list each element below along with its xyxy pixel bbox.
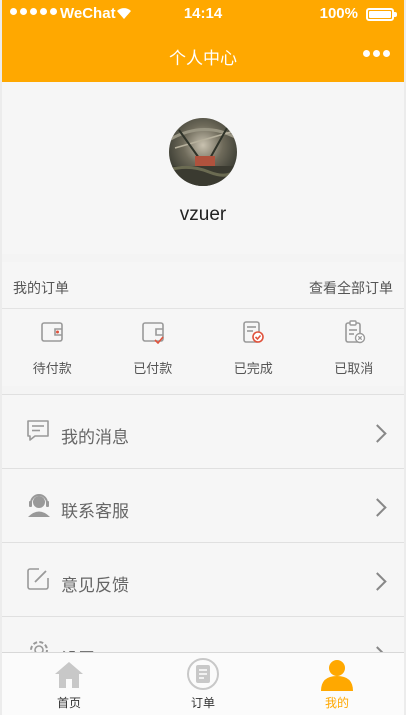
orders-title: 我的订单 (13, 280, 69, 296)
page-title: 个人中心 (169, 49, 237, 68)
tab-label: 我的 (324, 696, 349, 710)
tab-label: 订单 (190, 696, 215, 710)
tab-me[interactable]: 我的 (270, 653, 404, 715)
tab-bar: 首页 订单 我的 (2, 652, 404, 715)
avatar[interactable] (169, 118, 237, 186)
customer-service-icon (28, 494, 50, 517)
order-list-icon (187, 658, 219, 690)
wallet-paid-icon (141, 322, 164, 344)
username: vzuer (179, 204, 227, 225)
orders-section: 我的订单 查看全部订单 待付款 已付款 已完成 已取消 (2, 262, 404, 386)
order-completed-icon (243, 321, 265, 343)
order-cancelled-icon (344, 320, 365, 344)
order-status-label: 已付款 (133, 361, 173, 376)
tab-orders[interactable]: 订单 (136, 653, 270, 715)
feedback-edit-icon (27, 568, 49, 590)
menu-item-label: 意见反馈 (61, 576, 129, 595)
menu-item-customer-service[interactable]: 联系客服 (2, 468, 404, 542)
chevron-right-icon (368, 572, 387, 591)
menu-item-label: 联系客服 (61, 502, 129, 521)
profile-section: vzuer (2, 82, 404, 254)
chevron-right-icon (368, 498, 387, 517)
tab-label: 首页 (56, 696, 81, 710)
orders-header: 我的订单 查看全部订单 (2, 262, 404, 309)
order-status-label: 已完成 (233, 361, 273, 376)
tab-home[interactable]: 首页 (2, 653, 136, 715)
menu-list: 我的消息 联系客服 意见反馈 (2, 394, 404, 690)
order-status-completed[interactable]: 已完成 (203, 309, 304, 385)
menu-item-label: 我的消息 (61, 428, 129, 447)
order-status-pending-payment[interactable]: 待付款 (2, 309, 103, 385)
battery-icon (366, 8, 397, 21)
order-status-cancelled[interactable]: 已取消 (304, 309, 405, 385)
home-icon (55, 662, 83, 688)
screen: WeChat 14:14 100% 个人中心 vzuer 我的订单 查看全部订单… (2, 0, 404, 715)
order-status-paid[interactable]: 已付款 (103, 309, 204, 385)
order-status-label: 待付款 (32, 361, 72, 376)
more-dots-icon[interactable] (363, 50, 390, 57)
chevron-right-icon (368, 424, 387, 443)
message-icon (27, 420, 49, 441)
menu-item-messages[interactable]: 我的消息 (2, 394, 404, 468)
order-status-label: 已取消 (334, 361, 374, 376)
top-bar: WeChat 14:14 100% 个人中心 (2, 0, 404, 82)
user-icon (321, 660, 353, 691)
menu-item-feedback[interactable]: 意见反馈 (2, 542, 404, 616)
status-bar: WeChat 14:14 100% (2, 0, 404, 30)
wallet-pending-icon (41, 322, 64, 342)
battery-percentage: 100% (319, 5, 358, 22)
view-all-orders-link[interactable]: 查看全部订单 (309, 278, 393, 298)
